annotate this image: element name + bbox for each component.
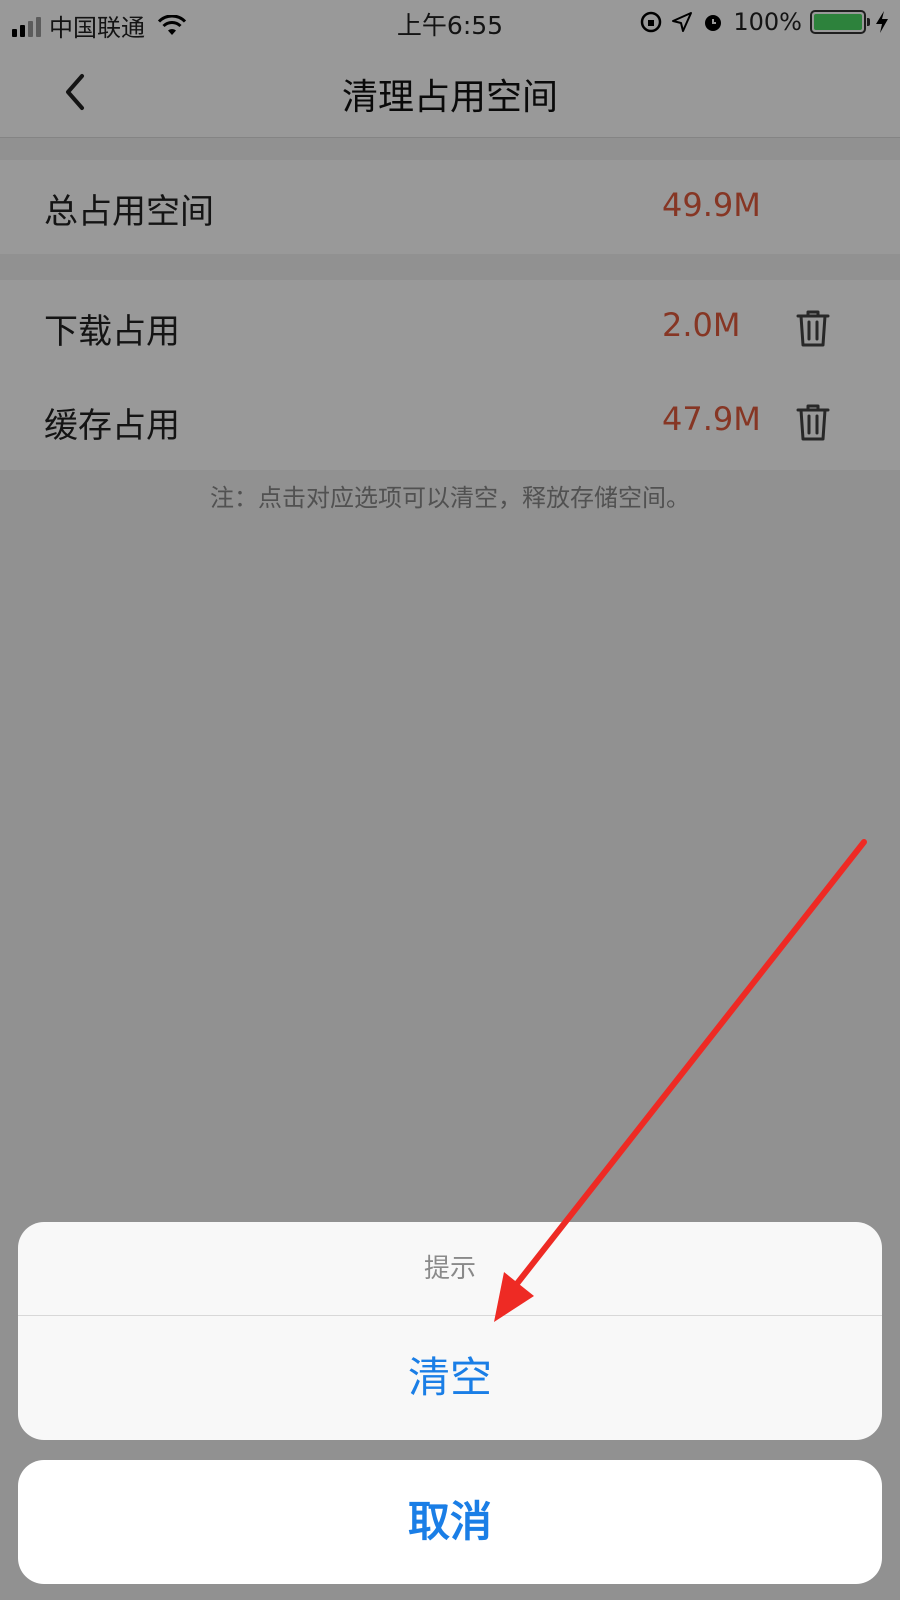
action-sheet: 提示 清空 — [18, 1222, 882, 1440]
clear-button[interactable]: 清空 — [18, 1316, 882, 1440]
cancel-button[interactable]: 取消 — [18, 1460, 882, 1584]
action-sheet-title: 提示 — [18, 1222, 882, 1316]
